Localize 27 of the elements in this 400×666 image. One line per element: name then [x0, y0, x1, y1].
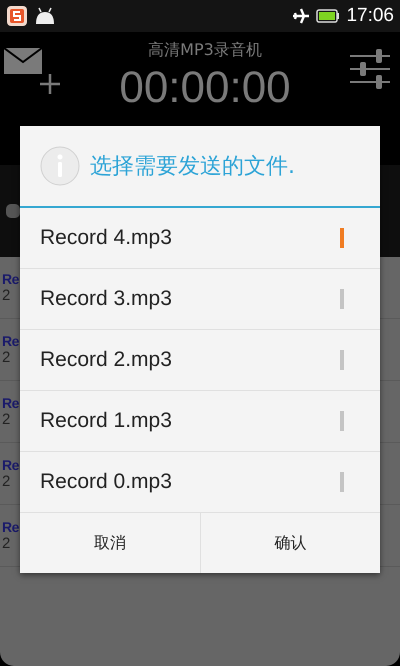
toggle-icon	[6, 204, 20, 218]
info-icon	[40, 146, 80, 186]
file-item[interactable]: Record 1.mp3	[20, 391, 380, 452]
confirm-button[interactable]: 确认	[200, 513, 380, 573]
timer: 00:00:00	[118, 63, 292, 113]
recording-date: 2	[2, 535, 10, 552]
cancel-button[interactable]: 取消	[20, 513, 200, 573]
file-item[interactable]: Record 2.mp3	[20, 330, 380, 391]
app-title: 高清MP3录音机	[147, 40, 263, 61]
recording-date: 2	[2, 411, 10, 428]
recording-title: Re	[2, 519, 19, 535]
recording-date: 2	[2, 287, 10, 304]
airplane-icon	[292, 8, 310, 24]
recording-date: 2	[2, 473, 10, 490]
recording-title: Re	[2, 395, 19, 411]
file-item[interactable]: Record 4.mp3	[20, 208, 380, 269]
equalizer-icon[interactable]	[350, 48, 392, 90]
app-icon	[6, 5, 28, 27]
battery-icon	[316, 9, 340, 23]
dialog-title: 选择需要发送的文件.	[90, 153, 295, 181]
clock: 17:06	[346, 5, 394, 27]
file-item[interactable]: Record 3.mp3	[20, 269, 380, 330]
recording-title: Re	[2, 333, 19, 349]
recording-title: Re	[2, 457, 19, 473]
recording-title: Re	[2, 271, 19, 287]
recording-date: 2	[2, 349, 10, 366]
android-icon	[34, 7, 56, 25]
